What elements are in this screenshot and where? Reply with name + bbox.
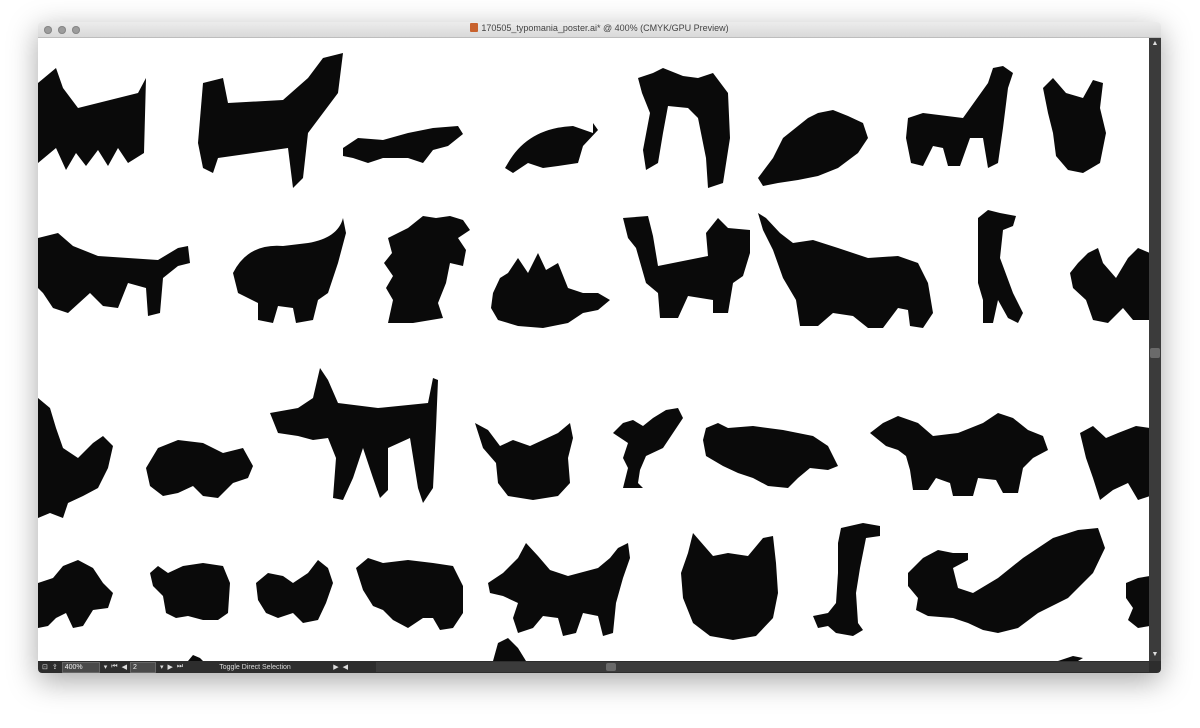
illustrator-window: 170505_typomania_poster.ai* @ 400% (CMYK… — [38, 22, 1161, 673]
silhouette-arched-cat — [638, 68, 730, 188]
silhouette-horse-rider — [870, 413, 1048, 496]
silhouette-fox-small — [38, 560, 113, 628]
scroll-up-icon[interactable]: ▲ — [1149, 38, 1161, 50]
silhouette-horse — [270, 368, 438, 503]
silhouette-crocodile — [343, 126, 463, 163]
silhouette-giraffe — [978, 210, 1023, 323]
silhouette-stegosaurus — [491, 253, 610, 328]
scroll-down-icon[interactable]: ▼ — [1149, 649, 1161, 661]
silhouette-hedgehog — [758, 110, 868, 186]
silhouette-cat-head — [681, 533, 778, 640]
last-page-icon[interactable]: ⏭ — [177, 663, 183, 671]
silhouette-giraffe-cat — [623, 216, 750, 318]
silhouette-elephant — [758, 213, 933, 328]
silhouette-cat-tail — [488, 543, 630, 636]
ai-file-icon — [470, 23, 479, 32]
title-bar[interactable]: 170505_typomania_poster.ai* @ 400% (CMYK… — [38, 22, 1161, 38]
artboard-nav-icon[interactable]: ⊡ — [42, 663, 48, 671]
silhouette-elephant-small — [150, 563, 230, 620]
silhouette-paw — [1126, 576, 1149, 628]
artboard-number-field[interactable]: 2 — [129, 661, 156, 673]
first-page-icon[interactable]: ⏮ — [111, 663, 117, 671]
silhouette-squirrel — [256, 560, 333, 623]
silhouette-fox — [198, 53, 343, 188]
chevron-down-icon[interactable]: ▾ — [160, 663, 164, 671]
artboard-canvas[interactable] — [38, 38, 1149, 661]
silhouette-dragon — [384, 216, 470, 323]
silhouette-squirrel-big — [908, 528, 1105, 633]
arrow-right-icon[interactable]: ▶ — [333, 663, 338, 671]
silhouette-dragon-wing — [38, 398, 113, 518]
silhouette-dog-sitting — [1070, 248, 1149, 323]
horizontal-scroll-thumb[interactable] — [606, 663, 616, 671]
silhouette-pikachu-head — [475, 423, 573, 500]
silhouette-anteater — [146, 440, 253, 498]
next-page-icon[interactable]: ▶ — [167, 663, 172, 671]
current-tool-status: Toggle Direct Selection — [219, 663, 291, 671]
silhouette-dog-running — [38, 233, 190, 316]
zoom-level-field[interactable]: 400% — [61, 661, 100, 673]
silhouette-bear — [356, 558, 463, 630]
silhouette-giraffe-leg — [813, 523, 880, 636]
silhouette-cat-standing — [1080, 426, 1149, 500]
window-title: 170505_typomania_poster.ai* @ 400% (CMYK… — [481, 23, 729, 33]
silhouette-turtle — [505, 123, 598, 173]
silhouette-llama — [906, 66, 1013, 168]
silhouette-pig-running — [703, 423, 838, 488]
window-title-wrap: 170505_typomania_poster.ai* @ 400% (CMYK… — [38, 23, 1161, 33]
scroll-left-icon[interactable]: ◀ — [343, 663, 348, 671]
vertical-scrollbar[interactable]: ▲ ▼ — [1149, 38, 1161, 661]
silhouette-rhino — [233, 218, 346, 323]
prev-page-icon[interactable]: ◀ — [122, 663, 127, 671]
silhouette-cat-cut — [38, 68, 146, 170]
silhouette-bird-small — [613, 408, 683, 488]
status-bar: ⊡ ⇪ 400% ▾ ⏮ ◀ 2 ▾ ▶ ⏭ Toggle Direct Sel… — [38, 661, 1161, 673]
silhouette-rabbit-head — [1043, 78, 1106, 173]
chevron-down-icon[interactable]: ▾ — [104, 663, 108, 671]
animal-silhouettes — [38, 53, 1149, 661]
vertical-scroll-thumb[interactable] — [1150, 348, 1160, 358]
horizontal-scrollbar[interactable] — [376, 662, 1149, 672]
silhouette-partial-ear — [493, 638, 526, 661]
export-icon[interactable]: ⇪ — [52, 663, 58, 671]
